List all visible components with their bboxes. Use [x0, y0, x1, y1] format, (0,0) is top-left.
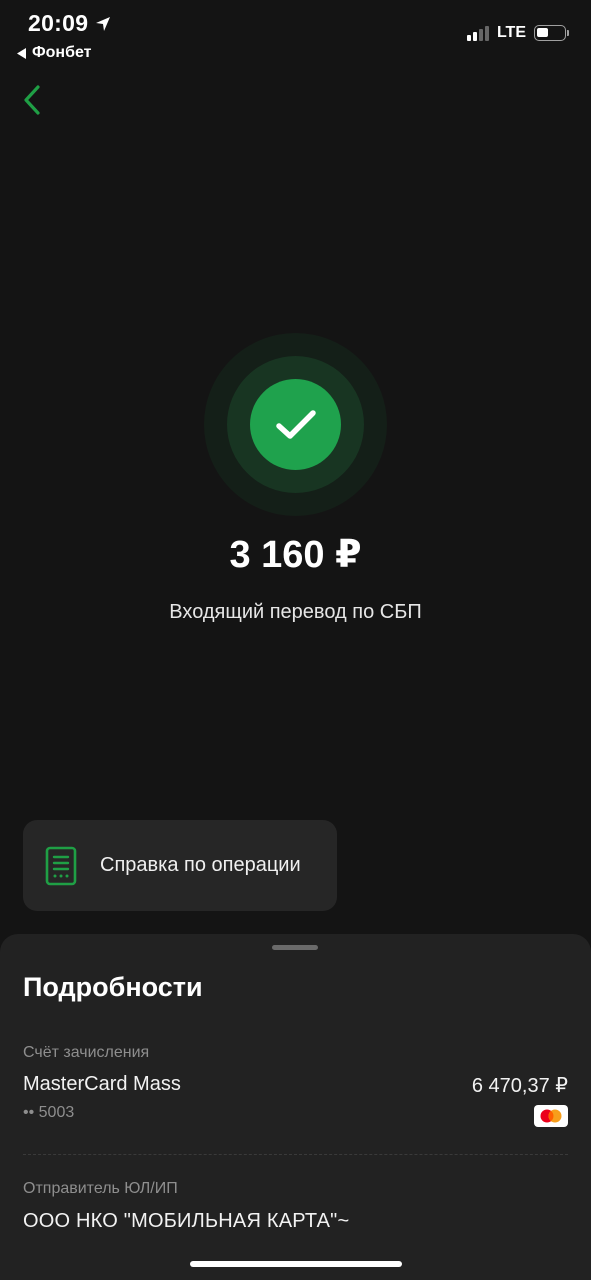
back-button[interactable] — [18, 80, 50, 120]
operation-receipt-label: Справка по операции — [100, 854, 301, 876]
battery-icon — [534, 25, 569, 41]
home-indicator[interactable] — [190, 1261, 402, 1267]
document-icon — [45, 846, 77, 885]
status-time: 20:09 — [28, 10, 112, 37]
account-balance: 6 470,37 ₽ — [471, 1075, 568, 1097]
signal-icon — [466, 25, 489, 41]
status-indicators: LTE — [466, 24, 569, 42]
account-number: •• 5003 — [23, 1104, 75, 1121]
sender-value: ООО НКО "МОБИЛЬНАЯ КАРТА"~ — [23, 1210, 350, 1232]
status-bar: 20:09 Фонбет LTE — [0, 0, 591, 70]
transaction-type: Входящий перевод по СБП — [169, 601, 422, 623]
divider — [23, 1154, 568, 1155]
triangle-left-icon — [17, 47, 26, 59]
success-badge — [204, 333, 387, 516]
operation-receipt-button[interactable]: Справка по операции — [23, 820, 337, 911]
chevron-left-icon — [24, 85, 40, 115]
sheet-drag-handle[interactable] — [272, 945, 318, 950]
details-title: Подробности — [23, 972, 203, 1002]
sender-label: Отправитель ЮЛ/ИП — [23, 1180, 178, 1197]
account-label: Счёт зачисления — [23, 1044, 150, 1061]
back-to-app-label: Фонбет — [32, 44, 92, 61]
network-type: LTE — [496, 24, 526, 41]
location-arrow-icon — [96, 16, 111, 31]
account-name[interactable]: MasterCard Mass — [23, 1073, 181, 1096]
checkmark-icon — [275, 409, 316, 439]
transaction-amount: 3 160 ₽ — [229, 534, 362, 576]
status-time-text: 20:09 — [28, 10, 89, 36]
details-sheet: Подробности Счёт зачисления MasterCard M… — [0, 934, 591, 1280]
back-to-app-link[interactable]: Фонбет — [17, 44, 92, 62]
mastercard-icon — [534, 1105, 568, 1127]
